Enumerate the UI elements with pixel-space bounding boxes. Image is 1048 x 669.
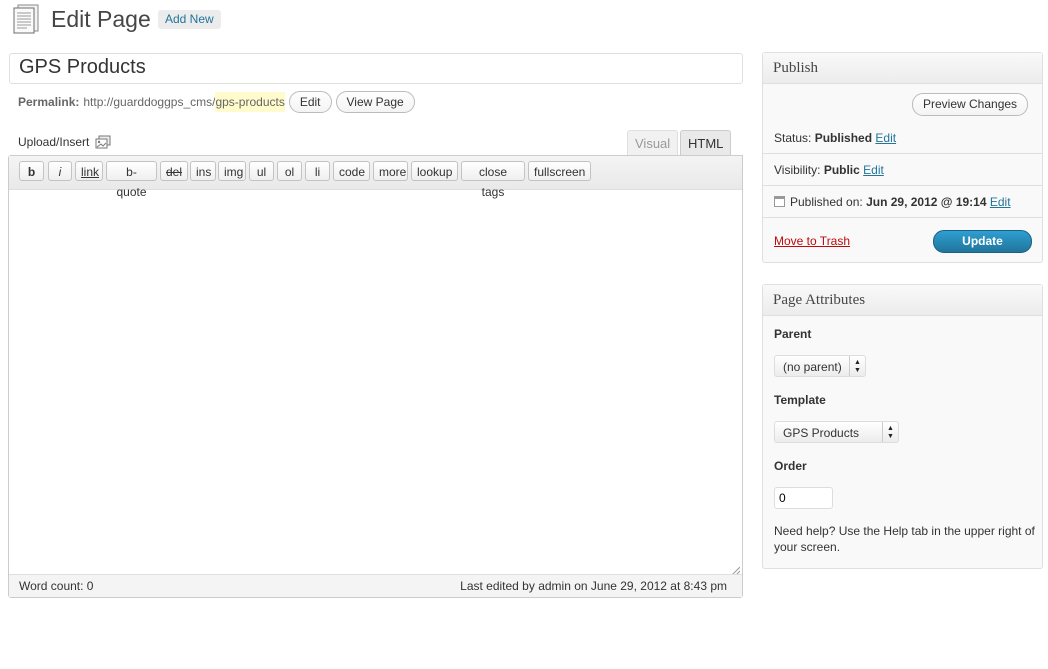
calendar-icon <box>774 196 785 207</box>
editor: b i link b-quote del ins img ul ol li co… <box>8 155 743 598</box>
order-field[interactable] <box>774 487 833 509</box>
page-icon <box>12 4 40 34</box>
move-to-trash-link[interactable]: Move to Trash <box>774 234 850 248</box>
upload-insert: Upload/Insert <box>18 135 111 149</box>
qt-ol-button[interactable]: ol <box>277 161 302 181</box>
qt-li-button[interactable]: li <box>305 161 330 181</box>
help-text: Need help? Use the Help tab in the upper… <box>774 524 1035 554</box>
select-arrows-icon: ▲ ▼ <box>849 356 865 376</box>
preview-changes-button[interactable]: Preview Changes <box>912 93 1029 116</box>
move-to-trash-wrap: Move to Trash <box>774 234 850 248</box>
visibility-row: Visibility: Public Edit <box>774 163 884 177</box>
edit-permalink-button[interactable]: Edit <box>288 91 332 113</box>
edit-status-link[interactable]: Edit <box>875 131 896 145</box>
qt-ins-button[interactable]: ins <box>190 161 216 181</box>
update-button[interactable]: Update <box>933 230 1032 253</box>
word-count: Word count: 0 <box>19 579 94 593</box>
publish-box: Publish Preview Changes Status: Publishe… <box>762 52 1043 263</box>
permalink-label: Permalink: <box>18 95 80 109</box>
upload-media-icon[interactable] <box>95 135 111 149</box>
qt-more-button[interactable]: more <box>373 161 408 181</box>
template-select[interactable]: GPS Products ▲ ▼ <box>774 421 899 443</box>
content-textarea[interactable] <box>9 190 742 574</box>
page-attributes-box: Page Attributes Parent (no parent) ▲ ▼ Te… <box>762 284 1043 569</box>
permalink-row: Permalink: http://guarddoggps_cms/gps-pr… <box>18 91 415 113</box>
last-edited: Last edited by admin on June 29, 2012 at… <box>460 579 727 593</box>
status-row: Status: Published Edit <box>774 131 896 145</box>
tab-html[interactable]: HTML <box>680 130 732 156</box>
parent-label: Parent <box>774 327 812 341</box>
qt-bquote-button[interactable]: b-quote <box>106 161 157 199</box>
qt-del-button[interactable]: del <box>160 161 188 181</box>
publish-box-title[interactable]: Publish <box>763 53 1042 84</box>
qt-lookup-button[interactable]: lookup <box>411 161 458 181</box>
upload-insert-label: Upload/Insert <box>18 135 90 149</box>
qt-ul-button[interactable]: ul <box>249 161 274 181</box>
qt-link-button[interactable]: link <box>75 161 103 181</box>
template-select-value: GPS Products <box>783 426 860 440</box>
page-title: Edit Page <box>51 6 151 32</box>
edit-date-link[interactable]: Edit <box>990 195 1011 209</box>
title-input[interactable] <box>10 54 728 81</box>
edit-visibility-link[interactable]: Edit <box>863 163 884 177</box>
published-label: Published on: <box>790 195 863 209</box>
qt-close-tags-button[interactable]: close tags <box>461 161 525 199</box>
visibility-label: Visibility: <box>774 163 821 177</box>
editor-statusbar: Word count: 0 Last edited by admin on Ju… <box>9 574 742 597</box>
parent-select-value: (no parent) <box>783 360 842 374</box>
qt-fullscreen-button[interactable]: fullscreen <box>528 161 591 181</box>
page-attributes-title[interactable]: Page Attributes <box>763 285 1042 316</box>
visibility-value: Public <box>823 163 860 177</box>
tab-visual[interactable]: Visual <box>627 130 679 156</box>
qt-bold-button[interactable]: b <box>19 161 44 181</box>
permalink-base: http://guarddoggps_cms/ <box>83 95 216 109</box>
add-new-button[interactable]: Add New <box>158 10 221 29</box>
status-value: Published <box>814 131 873 145</box>
quicktags-toolbar: b i link b-quote del ins img ul ol li co… <box>9 156 742 199</box>
published-date: Jun 29, 2012 @ 19:14 <box>866 195 987 209</box>
permalink-slug[interactable]: gps-products <box>215 92 285 112</box>
published-on-row: Published on: Jun 29, 2012 @ 19:14 Edit <box>774 195 1011 209</box>
status-label: Status: <box>774 131 812 145</box>
title-field[interactable] <box>9 53 743 84</box>
qt-code-button[interactable]: code <box>333 161 370 181</box>
view-page-button[interactable]: View Page <box>335 91 415 113</box>
parent-select[interactable]: (no parent) ▲ ▼ <box>774 355 866 377</box>
template-label: Template <box>774 393 826 407</box>
resize-grip-icon[interactable] <box>731 563 741 576</box>
order-label: Order <box>774 459 807 473</box>
qt-img-button[interactable]: img <box>218 161 246 181</box>
qt-italic-button[interactable]: i <box>48 161 72 181</box>
select-arrows-icon: ▲ ▼ <box>882 422 898 442</box>
order-input[interactable] <box>775 488 833 508</box>
